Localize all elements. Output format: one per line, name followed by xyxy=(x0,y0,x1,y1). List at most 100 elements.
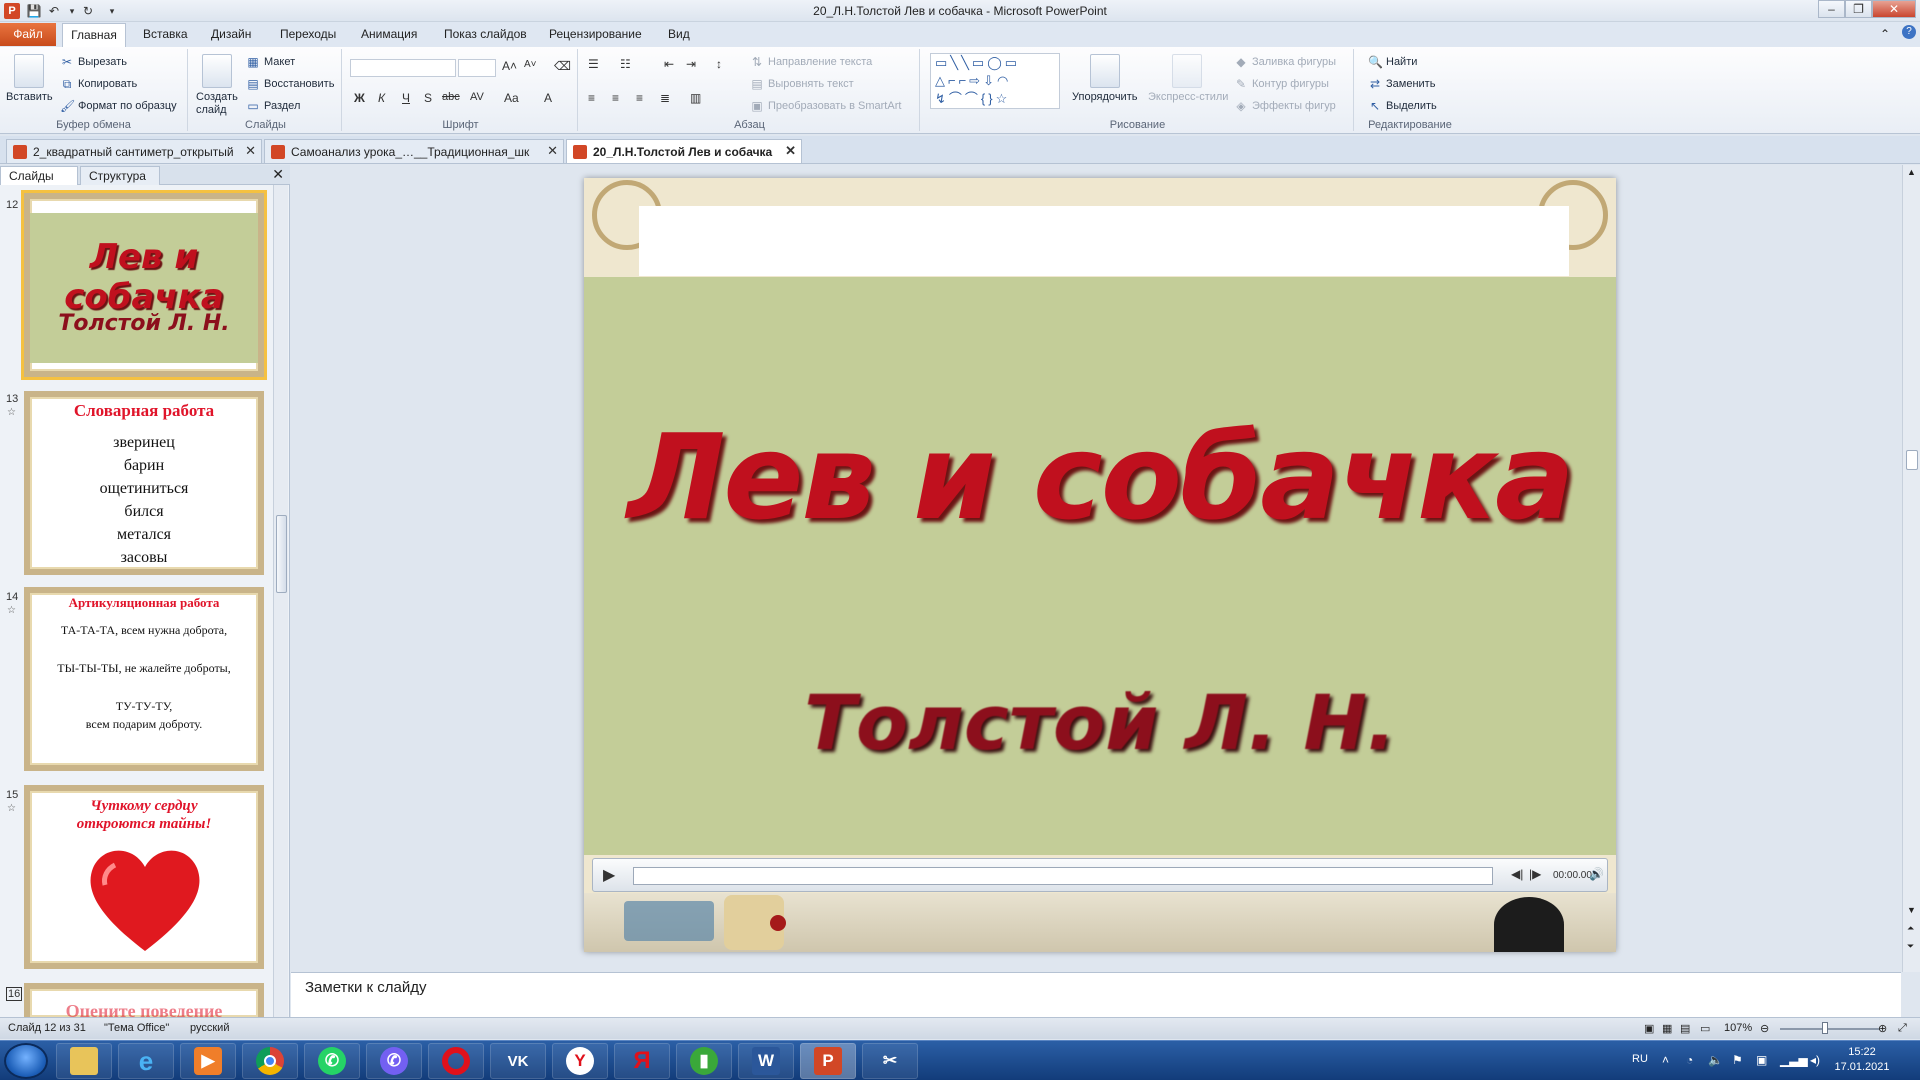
bullets-icon[interactable]: ☰ xyxy=(588,57,599,71)
next-slide-icon[interactable]: ⏷ xyxy=(1907,941,1914,952)
tab-outline[interactable]: Структура xyxy=(80,166,160,185)
change-case-icon[interactable]: Aa xyxy=(504,91,519,105)
decrease-indent-icon[interactable]: ⇤ xyxy=(664,57,674,71)
step-forward-icon[interactable]: |▶ xyxy=(1529,867,1541,881)
network-icon[interactable]: ◔ xyxy=(1686,1053,1693,1067)
tray-expand-icon[interactable]: ˄ xyxy=(1662,1053,1669,1067)
tab-insert[interactable]: Вставка xyxy=(143,27,188,41)
normal-view-icon[interactable]: ▣ xyxy=(1644,1022,1654,1035)
video-frame[interactable] xyxy=(584,277,1616,855)
edit-scroll-thumb[interactable] xyxy=(1906,450,1918,470)
file-explorer-icon[interactable] xyxy=(56,1043,112,1079)
format-painter-button[interactable]: 🖌 Формат по образцу xyxy=(60,99,177,113)
powerpoint-taskbar-icon[interactable]: P xyxy=(800,1043,856,1079)
fit-to-window-icon[interactable]: ⤢ xyxy=(1898,1022,1907,1035)
action-center-icon[interactable]: ⚑ xyxy=(1732,1053,1743,1067)
slide-thumbnail-13[interactable]: Словарная работа зверинец барин ощетинит… xyxy=(24,391,264,575)
layout-button[interactable]: ▦ Макет xyxy=(246,55,295,69)
vk-icon[interactable]: VK xyxy=(490,1043,546,1079)
zoom-slider[interactable] xyxy=(1780,1028,1880,1030)
italic-button[interactable]: К xyxy=(378,91,385,105)
cut-button[interactable]: ✂ Вырезать xyxy=(60,55,127,69)
redo-icon[interactable]: ↻ xyxy=(80,3,96,19)
arrange-button[interactable]: Упорядочить xyxy=(1072,91,1137,103)
doc-tab-2[interactable]: Самоанализ урока_…__Традиционная_шк ✕ xyxy=(264,139,564,163)
minimize-window-button[interactable]: – xyxy=(1818,0,1845,18)
doc-tab-1[interactable]: 2_квадратный сантиметр_открытый ✕ xyxy=(6,139,262,163)
slide-sorter-icon[interactable]: ▦ xyxy=(1662,1022,1672,1035)
customize-quick-access-icon[interactable]: ▾ xyxy=(104,3,120,19)
align-left-icon[interactable]: ≡ xyxy=(588,91,595,105)
restore-window-button[interactable]: ❐ xyxy=(1845,0,1872,18)
system-clock[interactable]: 15:22 17.01.2021 xyxy=(1832,1045,1892,1075)
close-window-button[interactable]: ✕ xyxy=(1872,0,1916,18)
shrink-font-icon[interactable]: A˅ xyxy=(524,59,537,70)
keyboard-language[interactable]: RU xyxy=(1632,1053,1648,1065)
reset-button[interactable]: ▤ Восстановить xyxy=(246,77,334,91)
tab-home[interactable]: Главная xyxy=(62,23,126,47)
justify-icon[interactable]: ≣ xyxy=(660,91,670,105)
tab-animation[interactable]: Анимация xyxy=(361,27,417,41)
yandex-browser-icon[interactable]: Y xyxy=(552,1043,608,1079)
section-button[interactable]: ▭ Раздел xyxy=(246,99,300,113)
font-color-icon[interactable]: A xyxy=(544,91,552,105)
numbering-icon[interactable]: ☷ xyxy=(620,57,631,71)
word-icon[interactable]: W xyxy=(738,1043,794,1079)
slide-thumbnail-12[interactable]: Лев и собачка Толстой Л. Н. xyxy=(21,190,267,380)
display-icon[interactable]: ▣ xyxy=(1756,1053,1767,1067)
current-slide[interactable]: Лев и собачка Толстой Л. Н. ▶ ◀| |▶ 00:0… xyxy=(584,178,1616,952)
signal-icon[interactable]: ▁▃▅ xyxy=(1780,1053,1808,1067)
doc-tab-3[interactable]: 20_Л.Н.Толстой Лев и собачка ✕ xyxy=(566,139,802,163)
shape-fill-button[interactable]: ◆ Заливка фигуры xyxy=(1234,55,1336,69)
shape-outline-button[interactable]: ✎ Контур фигуры xyxy=(1234,77,1329,91)
close-tab-icon[interactable]: ✕ xyxy=(547,143,558,159)
tab-transitions[interactable]: Переходы xyxy=(280,27,336,41)
align-text-button[interactable]: ▤ Выровнять текст xyxy=(750,77,853,91)
volume-icon[interactable]: 🔊 xyxy=(1589,867,1604,881)
viber-icon[interactable]: ✆ xyxy=(366,1043,422,1079)
text-direction-button[interactable]: ⇅ Направление текста xyxy=(750,55,872,69)
slide-thumbnail-15[interactable]: Чуткому сердцу откроются тайны! xyxy=(24,785,264,969)
language-indicator[interactable]: русский xyxy=(190,1022,229,1034)
chrome-icon[interactable] xyxy=(242,1043,298,1079)
find-button[interactable]: 🔍 Найти xyxy=(1368,55,1417,69)
minimize-ribbon-icon[interactable]: ⌃ xyxy=(1880,27,1890,41)
quick-styles-button[interactable]: Экспресс-стили xyxy=(1148,91,1228,103)
powerpoint-app-icon[interactable]: P xyxy=(4,3,20,19)
slide-author[interactable]: Толстой Л. Н. xyxy=(584,678,1616,767)
line-spacing-icon[interactable]: ↕ xyxy=(716,57,722,71)
strikethrough-button[interactable]: abc xyxy=(442,91,460,103)
tab-view[interactable]: Вид xyxy=(668,27,690,41)
paste-button[interactable]: Вставить xyxy=(6,91,53,103)
paste-icon[interactable] xyxy=(14,54,44,88)
reading-view-icon[interactable]: ▤ xyxy=(1680,1022,1690,1035)
panel-scrollbar[interactable] xyxy=(273,185,288,1017)
slide-thumbnail-14[interactable]: Артикуляционная работа ТА-ТА-ТА, всем ну… xyxy=(24,587,264,771)
whatsapp-icon[interactable]: ✆ xyxy=(304,1043,360,1079)
internet-explorer-icon[interactable]: e xyxy=(118,1043,174,1079)
char-spacing-icon[interactable]: AV xyxy=(470,91,484,103)
bold-button[interactable]: Ж xyxy=(354,91,365,105)
media-player-icon[interactable]: ▶ xyxy=(180,1043,236,1079)
new-slide-icon[interactable] xyxy=(202,54,232,88)
close-tab-icon[interactable]: ✕ xyxy=(785,143,796,159)
underline-button[interactable]: Ч xyxy=(402,91,410,105)
speaker-icon[interactable]: 🔈 xyxy=(1708,1053,1723,1067)
shadow-button[interactable]: S xyxy=(424,91,432,105)
yandex-icon[interactable]: Я xyxy=(614,1043,670,1079)
zoom-slider-thumb[interactable] xyxy=(1822,1022,1828,1034)
panel-scroll-thumb[interactable] xyxy=(276,515,287,593)
align-right-icon[interactable]: ≡ xyxy=(636,91,643,105)
edit-scrollbar[interactable]: ▲ ▼ ⏶ ⏷ xyxy=(1902,165,1920,972)
task-manager-icon[interactable]: ▮ xyxy=(676,1043,732,1079)
columns-icon[interactable]: ▥ xyxy=(690,91,701,105)
tab-design[interactable]: Дизайн xyxy=(211,27,251,41)
scroll-down-icon[interactable]: ▼ xyxy=(1907,905,1916,915)
quick-styles-icon[interactable] xyxy=(1172,54,1202,88)
slide-title[interactable]: Лев и собачка xyxy=(584,408,1616,546)
grow-font-icon[interactable]: A˄ xyxy=(502,59,517,73)
undo-dropdown-icon[interactable]: ▾ xyxy=(64,3,80,19)
align-center-icon[interactable]: ≡ xyxy=(612,91,619,105)
arrange-icon[interactable] xyxy=(1090,54,1120,88)
scroll-up-icon[interactable]: ▲ xyxy=(1907,167,1916,177)
